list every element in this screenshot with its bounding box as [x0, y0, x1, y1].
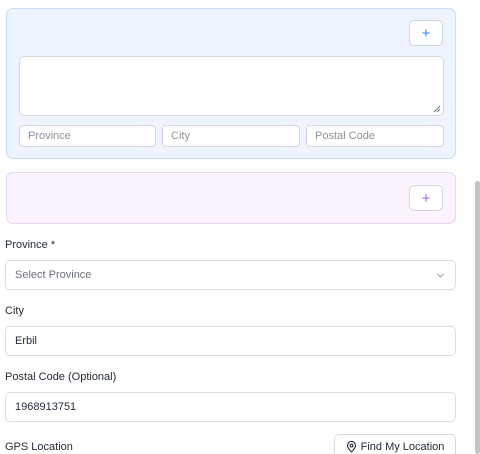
address-card: + Province City Postal Code	[6, 8, 456, 159]
chevron-down-icon	[437, 273, 444, 278]
address-province-input[interactable]: Province	[19, 125, 156, 147]
province-label: Province *	[5, 239, 56, 251]
postal-code-input[interactable]: 1968913751	[5, 392, 456, 422]
add-item-button[interactable]: +	[409, 185, 443, 211]
address-textarea[interactable]	[19, 56, 444, 116]
address-city-input[interactable]: City	[162, 125, 300, 147]
plus-icon: +	[421, 189, 431, 207]
map-pin-icon	[346, 441, 356, 453]
scrollbar-thumb[interactable]	[475, 181, 480, 454]
postal-code-label: Postal Code (Optional)	[5, 371, 117, 383]
province-select-placeholder: Select Province	[15, 269, 92, 281]
find-my-location-label: Find My Location	[360, 441, 445, 453]
city-input-value: Erbil	[15, 335, 38, 347]
plus-icon: +	[421, 24, 431, 42]
find-my-location-button[interactable]: Find My Location	[334, 434, 456, 454]
address-form-panel: + Province City Postal Code + Province *…	[0, 0, 480, 454]
postal-code-value: 1968913751	[15, 401, 77, 413]
secondary-card: +	[6, 172, 456, 224]
gps-location-label: GPS Location	[5, 441, 73, 453]
resize-handle-icon[interactable]	[433, 105, 441, 113]
address-postal-input[interactable]: Postal Code	[306, 125, 444, 147]
add-address-button[interactable]: +	[409, 20, 443, 46]
city-label: City	[5, 305, 24, 317]
province-select[interactable]: Select Province	[5, 260, 456, 290]
city-input[interactable]: Erbil	[5, 326, 456, 356]
